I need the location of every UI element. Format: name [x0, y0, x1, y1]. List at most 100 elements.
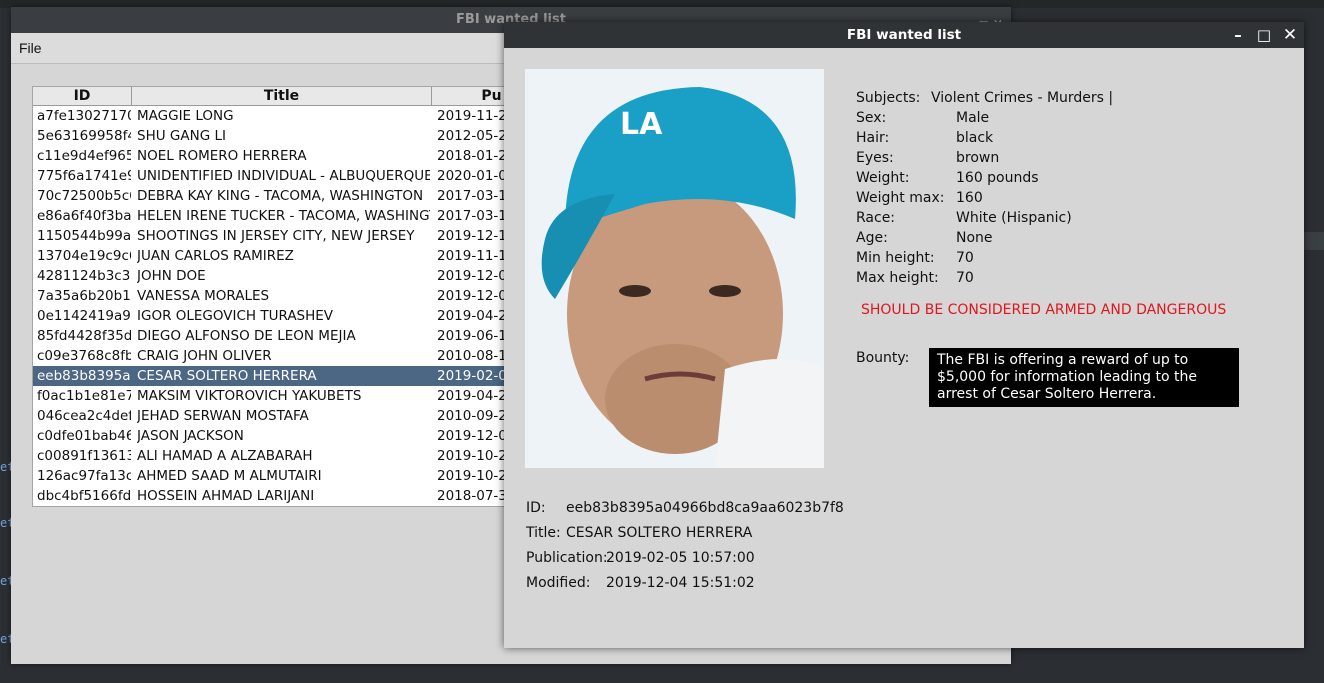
table-row[interactable]: 4281124b3c33 JOHN DOE 2019-12-05 — [33, 266, 513, 286]
cell-publication: 2019-04-29 — [437, 308, 513, 324]
cell-id: 4281124b3c33 — [37, 268, 131, 284]
cell-id: 70c72500b5c6 — [37, 188, 131, 204]
table-row[interactable]: 126ac97fa13c AHMED SAAD M ALMUTAIRI 2019-1… — [33, 466, 513, 486]
window-title: FBI wanted list — [846, 27, 962, 43]
cell-title: HOSSEIN AHMAD LARIJANI — [137, 488, 315, 504]
table-row[interactable]: a7fe13027170 MAGGIE LONG 2019-11-22 — [33, 106, 513, 126]
cell-title: SHU GANG LI — [137, 128, 226, 144]
meta-label: Modified: — [526, 575, 591, 591]
menu-file[interactable]: File — [19, 40, 42, 56]
table-row[interactable]: 1150544b99af SHOOTINGS IN JERSEY CITY, NE… — [33, 226, 513, 246]
detail-value: 70 — [956, 250, 974, 266]
table-row[interactable]: 0e1142419a96 IGOR OLEGOVICH TURASHEV 2019-… — [33, 306, 513, 326]
cell-publication: 2019-06-19 — [437, 328, 513, 344]
cell-publication: 2017-03-14 — [437, 208, 513, 224]
cell-publication: 2020-01-06 — [437, 168, 513, 184]
detail-label: Hair: — [856, 130, 890, 146]
table-row[interactable]: 046cea2c4def JEHAD SERWAN MOSTAFA 2010-09-… — [33, 406, 513, 426]
cell-title: CRAIG JOHN OLIVER — [137, 348, 272, 364]
cell-title: ALI HAMAD A ALZABARAH — [137, 448, 313, 464]
detail-value: 160 — [956, 190, 983, 206]
cell-id: c11e9d4ef965 — [37, 148, 131, 164]
cell-publication: 2019-11-22 — [437, 108, 513, 124]
cell-title: VANESSA MORALES — [137, 288, 270, 304]
minimize-icon[interactable]: – — [1228, 22, 1248, 48]
table-row[interactable]: c09e3768c8fb CRAIG JOHN OLIVER 2010-08-17 — [33, 346, 513, 366]
detail-value: black — [956, 130, 994, 146]
cell-title: UNIDENTIFIED INDIVIDUAL - ALBUQUERQUE, — [137, 168, 430, 184]
cell-publication: 2019-10-28 — [437, 468, 513, 484]
meta-label: ID: — [526, 500, 546, 516]
detail-label: Sex: — [856, 110, 887, 126]
wanted-table[interactable]: ID Title Pu a7fe13027170 MAGGIE LONG 2019-… — [32, 86, 514, 507]
cell-id: 5e63169958f4 — [37, 128, 131, 144]
cell-title: NOEL ROMERO HERRERA — [137, 148, 307, 164]
cell-id: 046cea2c4def — [37, 408, 131, 424]
cell-id: 7a35a6b20b18 — [37, 288, 131, 304]
detail-value: White (Hispanic) — [956, 210, 1072, 226]
cell-title: MAGGIE LONG — [137, 108, 234, 124]
detail-value: Violent Crimes - Murders | — [931, 90, 1114, 106]
details-window: FBI wanted list – □ ✕ LA Subjects: Violen… — [504, 22, 1304, 648]
svg-text:LA: LA — [620, 107, 663, 142]
table-row[interactable]: dbc4bf5166fd HOSSEIN AHMAD LARIJANI 2018-0… — [33, 486, 513, 506]
cell-id: 1150544b99af — [37, 228, 131, 244]
table-row[interactable]: eeb83b8395a0 CESAR SOLTERO HERRERA 2019-02… — [33, 366, 513, 386]
cell-title: DEBRA KAY KING - TACOMA, WASHINGTON — [137, 188, 424, 204]
table-row[interactable]: c0dfe01bab46 JASON JACKSON 2019-12-02 — [33, 426, 513, 446]
cell-id: e86a6f40f3ba — [37, 208, 131, 224]
cell-publication: 2019-12-05 — [437, 268, 513, 284]
table-row[interactable]: f0ac1b1e81e7 MAKSIM VIKTOROVICH YAKUBETS 2… — [33, 386, 513, 406]
detail-label: Max height: — [856, 270, 939, 286]
detail-value: Male — [956, 110, 990, 126]
column-header-publication[interactable]: Pu — [432, 87, 513, 105]
table-row[interactable]: c00891f13613 ALI HAMAD A ALZABARAH 2019-10… — [33, 446, 513, 466]
detail-value: 160 pounds — [956, 170, 1039, 186]
detail-label: Eyes: — [856, 150, 894, 166]
cell-publication: 2019-12-12 — [437, 228, 513, 244]
cell-id: f0ac1b1e81e7 — [37, 388, 131, 404]
cell-id: c00891f13613 — [37, 448, 131, 464]
cell-publication: 2019-02-05 — [437, 368, 513, 384]
cell-title: HELEN IRENE TUCKER - TACOMA, WASHINGT — [137, 208, 430, 224]
meta-label: Title: — [526, 525, 561, 541]
table-row[interactable]: 7a35a6b20b18 VANESSA MORALES 2019-12-05 — [33, 286, 513, 306]
cell-publication: 2018-07-31 — [437, 488, 513, 504]
meta-value: eeb83b8395a04966bd8ca9aa6023b7f8 — [566, 500, 844, 516]
cell-id: 126ac97fa13c — [37, 468, 131, 484]
cell-title: JOHN DOE — [137, 268, 206, 284]
meta-value: 2019-12-04 15:51:02 — [606, 575, 755, 591]
armed-warning: SHOULD BE CONSIDERED ARMED AND DANGEROUS — [861, 302, 1227, 318]
cell-publication: 2019-10-28 — [437, 448, 513, 464]
table-row[interactable]: 775f6a1741e9 UNIDENTIFIED INDIVIDUAL - AL… — [33, 166, 513, 186]
table-row[interactable]: e86a6f40f3ba HELEN IRENE TUCKER - TACOMA,… — [33, 206, 513, 226]
cell-publication: 2017-03-14 — [437, 188, 513, 204]
cell-id: 13704e19c9c6 — [37, 248, 131, 264]
cell-id: a7fe13027170 — [37, 108, 131, 124]
table-row[interactable]: 70c72500b5c6 DEBRA KAY KING - TACOMA, WAS… — [33, 186, 513, 206]
table-body: a7fe13027170 MAGGIE LONG 2019-11-22 5e63169… — [33, 106, 513, 506]
cell-publication: 2019-11-12 — [437, 248, 513, 264]
cell-id: eeb83b8395a0 — [37, 368, 131, 384]
bounty-text: The FBI is offering a reward of up to $5… — [929, 348, 1239, 407]
table-row[interactable]: 13704e19c9c6 JUAN CARLOS RAMIREZ 2019-11-1… — [33, 246, 513, 266]
column-header-id[interactable]: ID — [33, 87, 132, 105]
detail-label: Min height: — [856, 250, 935, 266]
cell-publication: 2019-12-02 — [437, 428, 513, 444]
column-header-title[interactable]: Title — [132, 87, 432, 105]
cell-title: MAKSIM VIKTOROVICH YAKUBETS — [137, 388, 362, 404]
close-icon[interactable]: ✕ — [1280, 22, 1300, 48]
details-window-titlebar[interactable]: FBI wanted list – □ ✕ — [504, 22, 1304, 48]
bounty-label: Bounty: — [856, 350, 910, 366]
cell-title: JASON JACKSON — [137, 428, 244, 444]
table-row[interactable]: 5e63169958f4 SHU GANG LI 2012-05-22 — [33, 126, 513, 146]
cell-title: IGOR OLEGOVICH TURASHEV — [137, 308, 334, 324]
cell-publication: 2019-04-29 — [437, 388, 513, 404]
cell-title: DIEGO ALFONSO DE LEON MEJIA — [137, 328, 356, 344]
cell-publication: 2010-08-17 — [437, 348, 513, 364]
maximize-icon[interactable]: □ — [1254, 22, 1274, 48]
cell-id: c09e3768c8fb — [37, 348, 131, 364]
table-row[interactable]: 85fd4428f35d DIEGO ALFONSO DE LEON MEJIA 2… — [33, 326, 513, 346]
meta-value: 2019-02-05 10:57:00 — [606, 550, 755, 566]
table-row[interactable]: c11e9d4ef965 NOEL ROMERO HERRERA 2018-01-2… — [33, 146, 513, 166]
